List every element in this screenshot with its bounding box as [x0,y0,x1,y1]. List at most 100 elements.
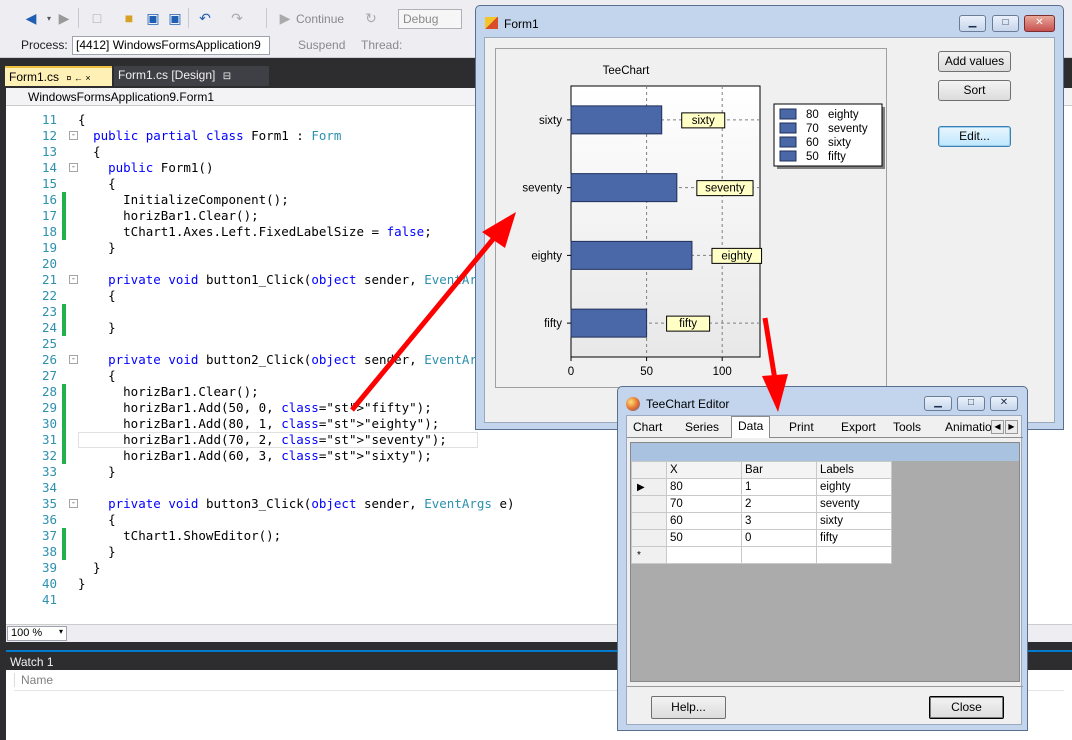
grid-cell-label[interactable]: sixty [816,512,892,530]
process-value: [4412] WindowsFormsApplication9 [76,38,261,52]
process-label: Process: [21,38,68,52]
close-button[interactable]: ✕ [990,396,1018,411]
tab-label: Form1.cs [Design] [118,68,216,82]
new-project-icon[interactable]: □ [88,9,106,27]
close-editor-button[interactable]: Close [929,696,1004,719]
table-row[interactable]: 50 0 fifty [631,529,892,547]
save-all-icon[interactable]: ▣ [166,9,184,27]
collapse-icon[interactable]: - [69,355,78,364]
tab-tools[interactable]: Tools [887,418,927,438]
save-icon[interactable]: ▣ [144,9,162,27]
table-row[interactable]: 70 2 seventy [631,495,892,513]
table-row[interactable]: 60 3 sixty [631,512,892,530]
legend[interactable]: 80 eighty 70 seventy 60 sixty 50 fifty [773,103,885,169]
grid-cell-empty[interactable] [816,546,892,564]
grid-header-row: X Bar Labels [631,461,892,479]
back-icon[interactable]: ◀ [22,9,40,27]
continue-label[interactable]: Continue [296,12,344,26]
grid-cell-bar[interactable]: 0 [741,529,817,547]
collapse-icon[interactable]: - [69,163,78,172]
line-number: 29 [41,400,57,415]
x-tick-label: 0 [568,366,574,378]
minimize-button[interactable]: ▁ [959,15,986,32]
change-indicator [62,416,66,432]
zoom-combo[interactable]: 100 % ▾ [7,626,67,641]
sort-button[interactable]: Sort [938,80,1011,101]
tab-animation[interactable]: Animation [939,418,991,438]
column-header-bar[interactable]: Bar [741,461,817,479]
column-header-x[interactable]: X [666,461,742,479]
tab-form1-cs[interactable]: Form1.cs ¤ ← × [5,66,112,86]
collapse-icon[interactable]: - [69,131,78,140]
bar-eighty [570,240,693,270]
watch-column-name[interactable]: Name [14,673,314,687]
code-text: horizBar1.Clear(); [78,208,259,223]
row-header[interactable]: ▶ [631,478,667,496]
redo-icon[interactable]: ↷ [228,9,246,27]
grid-cell-x[interactable]: 60 [666,512,742,530]
row-header[interactable] [631,495,667,513]
legend-value: 60 [806,137,819,149]
grid-cell-label[interactable]: eighty [816,478,892,496]
maximize-button[interactable]: □ [992,15,1019,32]
line-number: 14 [41,160,57,175]
edit-button[interactable]: Edit... [938,126,1011,147]
teechart-editor-window[interactable]: TeeChart Editor ▁ □ ✕ Chart Series Data … [617,386,1028,731]
form1-window[interactable]: Form1 ▁ □ ✕ TeeChart 0 50 100 sixty sixty sev… [475,5,1064,430]
grid-cell-bar[interactable]: 2 [741,495,817,513]
continue-icon[interactable]: ▶ [276,9,294,27]
line-number: 11 [41,112,57,127]
tab-print[interactable]: Print [783,418,820,438]
tab-scroll-right-icon[interactable]: ▶ [1005,420,1018,434]
grid-cell-bar[interactable]: 1 [741,478,817,496]
code-text: tChart1.Axes.Left.FixedLabelSize = false… [78,224,432,239]
pin-icon[interactable]: ¤ ← × [66,73,90,83]
row-header[interactable] [631,512,667,530]
line-number: 32 [41,448,57,463]
grid-cell-x[interactable]: 80 [666,478,742,496]
suspend-button[interactable]: Suspend [298,38,345,52]
pin-icon[interactable]: ⊟ [223,71,231,82]
new-row[interactable]: * [631,546,892,564]
line-number: 27 [41,368,57,383]
tab-scroll-left-icon[interactable]: ◀ [991,420,1004,434]
code-text: InitializeComponent(); [78,192,289,207]
tab-form1-design[interactable]: Form1.cs [Design] ⊟ [114,66,269,86]
open-folder-icon[interactable]: ■ [120,9,138,27]
bar-seventy [570,173,678,203]
teechart-control[interactable]: TeeChart 0 50 100 sixty sixty seventy seventy e… [495,48,887,388]
tab-chart[interactable]: Chart [627,418,668,438]
table-row[interactable]: ▶ 80 1 eighty [631,478,892,496]
tab-series[interactable]: Series [679,418,725,438]
grid-cell-label[interactable]: seventy [816,495,892,513]
forward-icon[interactable]: ▶ [55,9,73,27]
collapse-icon[interactable]: - [69,499,78,508]
solution-configuration-select[interactable]: Debug [398,9,462,29]
class-navigation-value[interactable]: WindowsFormsApplication9.Form1 [28,90,214,104]
grid-cell-bar[interactable]: 3 [741,512,817,530]
collapse-icon[interactable]: - [69,275,78,284]
row-header[interactable] [631,529,667,547]
code-text: horizBar1.Add(80, 1, class="st">"eighty"… [78,416,440,431]
grid-cell-label[interactable]: fifty [816,529,892,547]
data-grid[interactable]: X Bar Labels ▶ 80 1 eighty 70 2 seventy 60 3 sixt… [631,461,892,564]
tab-data[interactable]: Data [731,416,771,438]
maximize-button[interactable]: □ [957,396,985,411]
grid-cell-x[interactable]: 50 [666,529,742,547]
column-header-labels[interactable]: Labels [816,461,892,479]
line-number: 40 [41,576,57,591]
code-text: { [78,512,116,527]
grid-cell-empty[interactable] [666,546,742,564]
grid-cell-empty[interactable] [741,546,817,564]
undo-icon[interactable]: ↶ [196,9,214,27]
tab-export[interactable]: Export [835,418,882,438]
help-button[interactable]: Help... [651,696,726,719]
restart-icon[interactable]: ↻ [362,9,380,27]
close-button[interactable]: ✕ [1024,15,1055,32]
line-number: 36 [41,512,57,527]
grid-cell-x[interactable]: 70 [666,495,742,513]
minimize-button[interactable]: ▁ [924,396,952,411]
process-combo[interactable]: [4412] WindowsFormsApplication9 [72,36,270,55]
add-values-button[interactable]: Add values [938,51,1011,72]
window-title: TeeChart Editor [646,397,730,411]
